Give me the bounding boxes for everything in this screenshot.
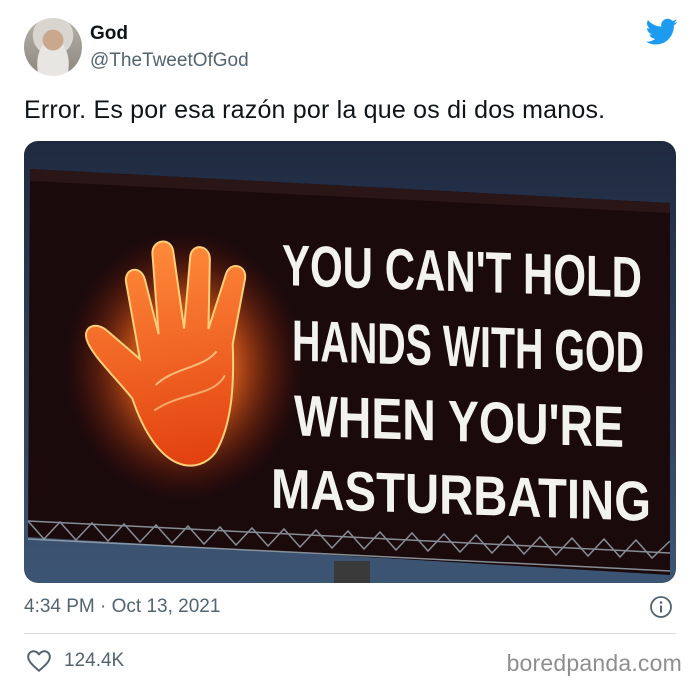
billboard-line-1: YOU CAN'T HOLD xyxy=(282,233,642,311)
twitter-bird-icon[interactable] xyxy=(646,18,678,46)
billboard-line-3: WHEN YOU'RE xyxy=(294,383,624,460)
author-handle[interactable]: @TheTweetOfGod xyxy=(90,50,249,72)
avatar[interactable] xyxy=(24,18,82,76)
billboard-line-2: HANDS WITH GOD xyxy=(292,308,644,385)
heart-icon[interactable] xyxy=(26,649,52,673)
billboard-line-4: MASTURBATING xyxy=(271,457,651,533)
author-name[interactable]: God xyxy=(90,23,128,45)
divider xyxy=(24,633,676,634)
info-icon[interactable] xyxy=(649,595,673,619)
tweet-media-image[interactable]: YOU CAN'T HOLD HANDS WITH GOD WHEN YOU'R… xyxy=(24,141,676,583)
tweet-text: Error. Es por esa razón por la que os di… xyxy=(24,96,606,124)
like-count[interactable]: 124.4K xyxy=(64,650,124,672)
tweet-timestamp[interactable]: 4:34 PM · Oct 13, 2021 xyxy=(24,596,220,618)
watermark: boredpanda.com xyxy=(506,650,682,676)
